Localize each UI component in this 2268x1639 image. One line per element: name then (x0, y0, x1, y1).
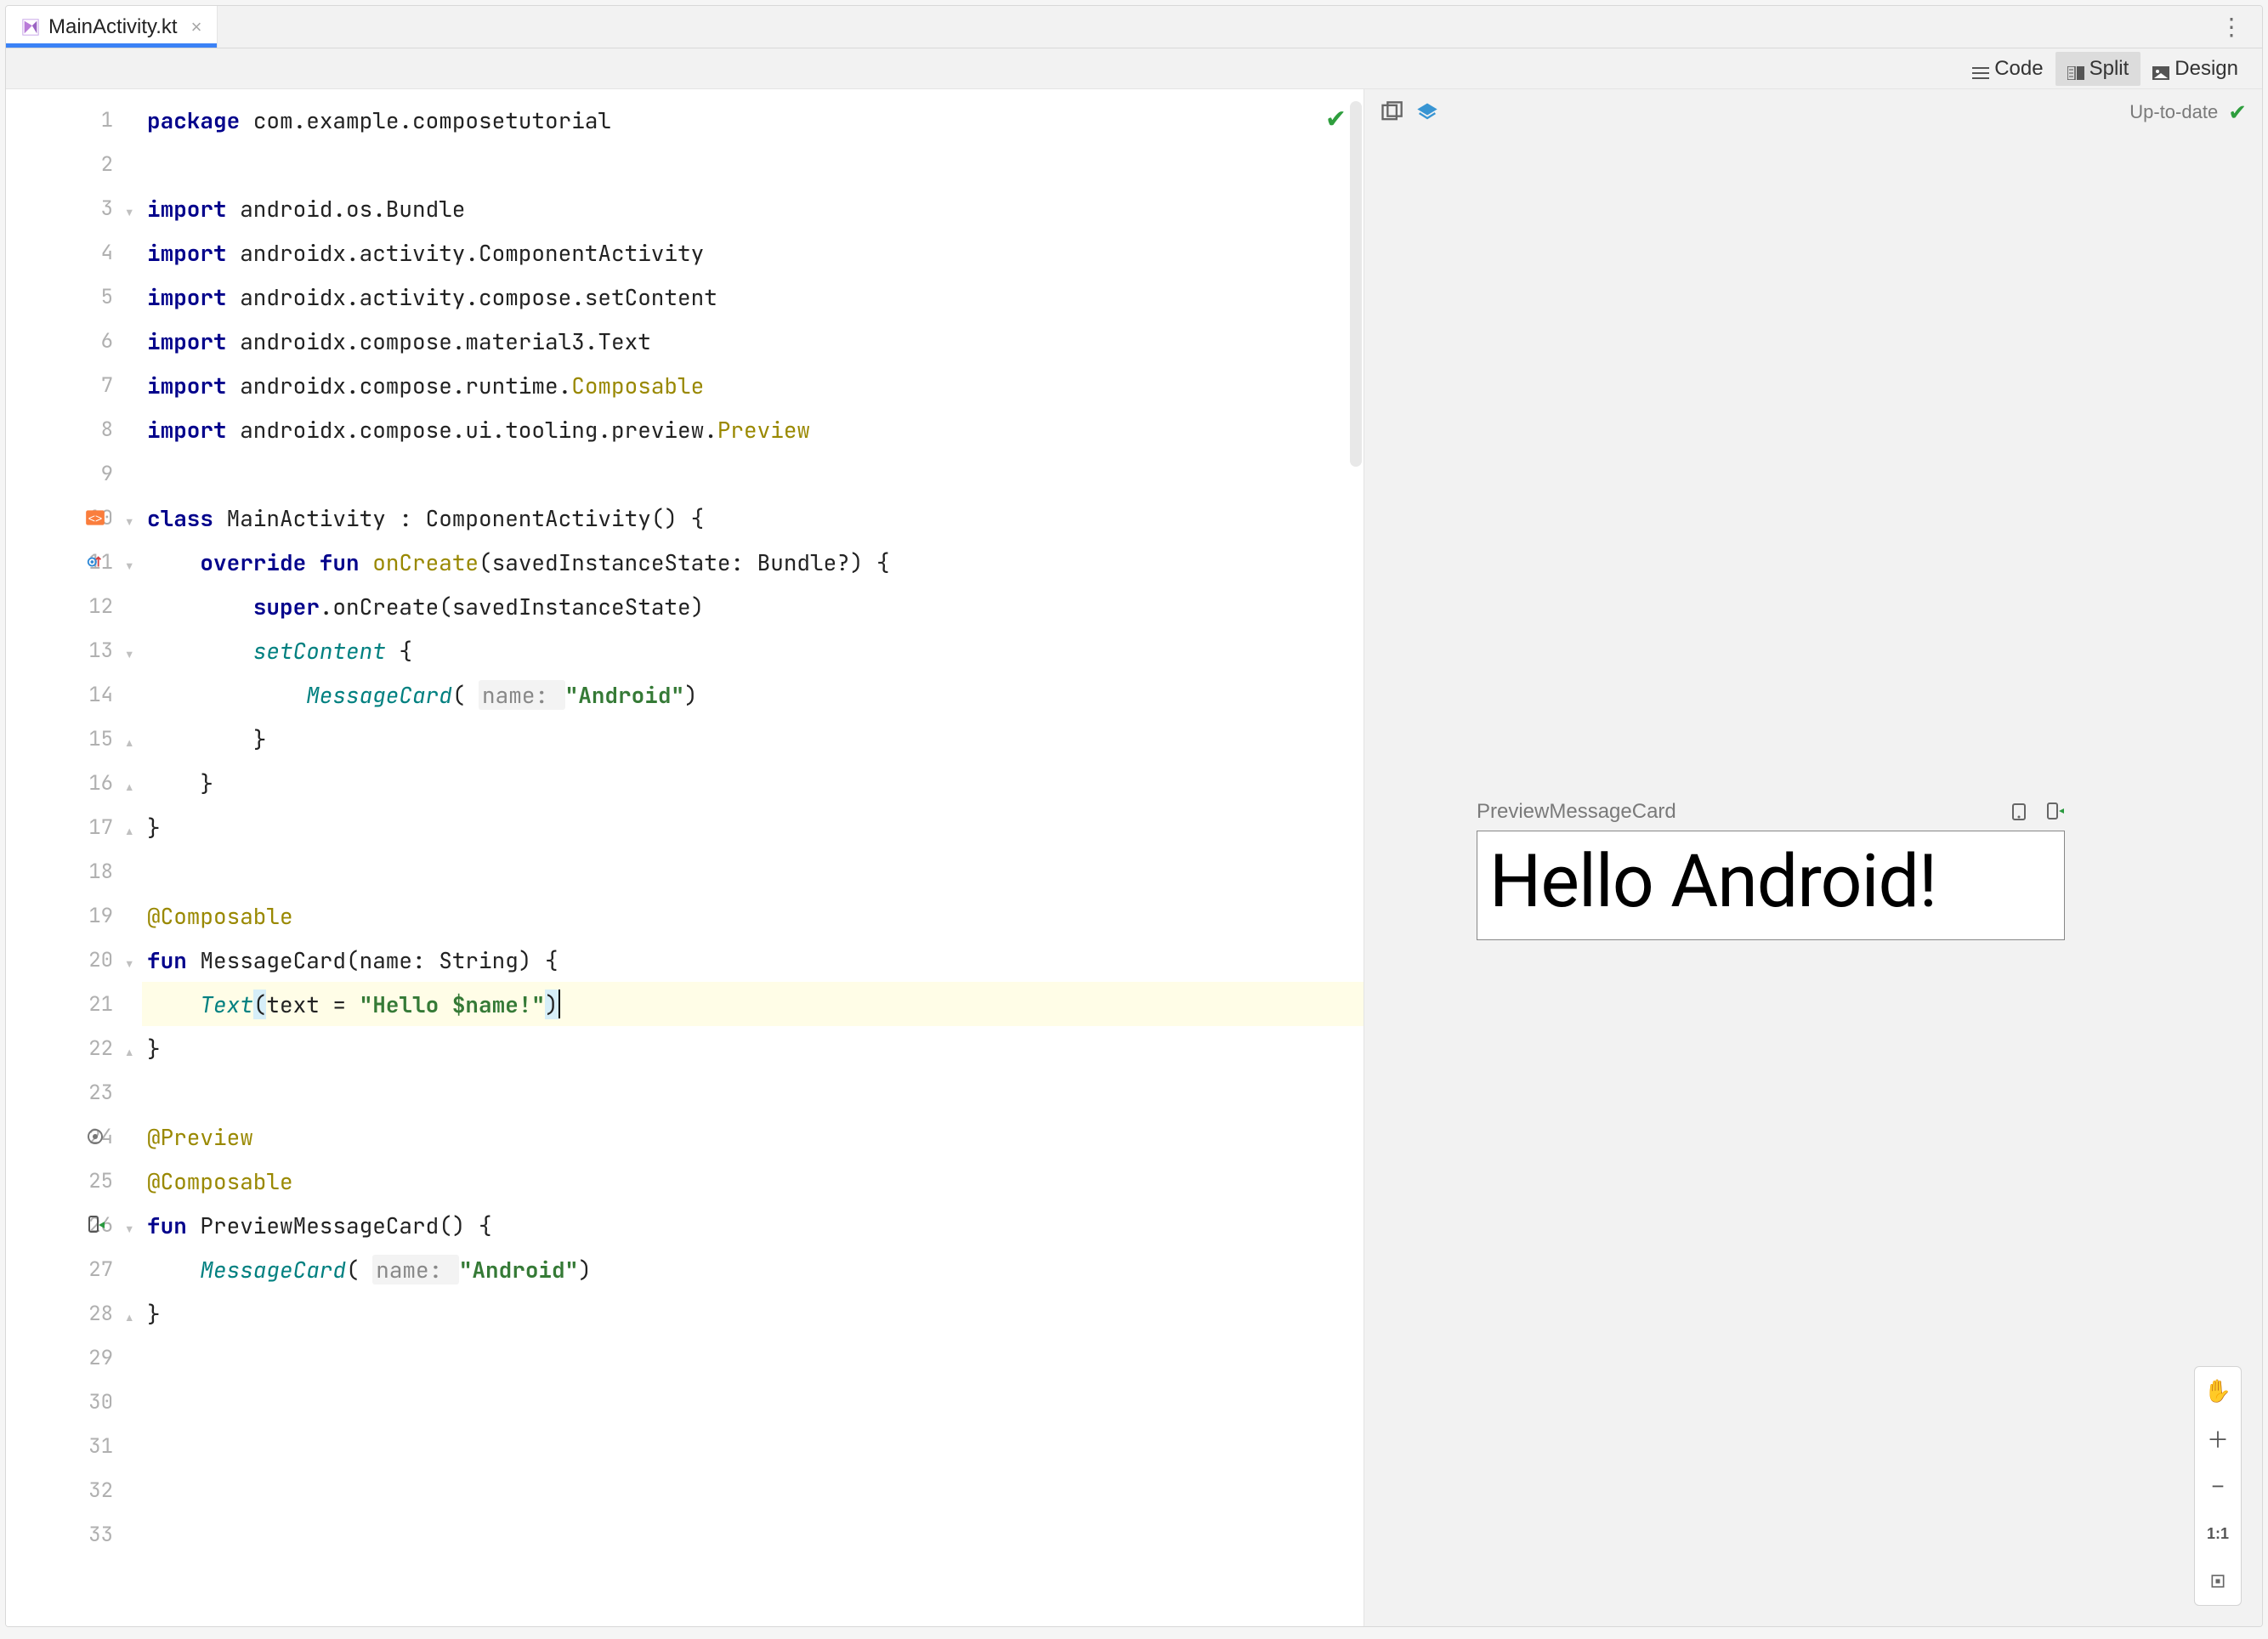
fold-icon[interactable]: ▴ (123, 1041, 139, 1056)
view-mode-code[interactable]: Code (1960, 52, 2055, 86)
fold-icon[interactable]: ▾ (123, 952, 139, 967)
preview-status: Up-to-date ✔ (2129, 99, 2247, 126)
preview-toolbar: Up-to-date ✔ (1364, 89, 2262, 135)
gutter: 1 2 3▾ 4 5 6 7 8 9 10 <> ▾ 11 ▾ 12 13▾ (6, 89, 142, 1626)
class-gutter-icon[interactable]: <> (82, 505, 108, 530)
pan-icon[interactable]: ✋ (2195, 1367, 2241, 1415)
check-icon: ✔ (2228, 99, 2247, 126)
kotlin-file-icon (21, 18, 40, 37)
zoom-reset-button[interactable]: 1:1 (2195, 1510, 2241, 1557)
view-mode-design[interactable]: Design (2140, 52, 2250, 86)
zoom-out-button[interactable]: − (2195, 1462, 2241, 1510)
code-editor[interactable]: 1 2 3▾ 4 5 6 7 8 9 10 <> ▾ 11 ▾ 12 13▾ (6, 89, 1364, 1626)
layers-icon[interactable] (1415, 100, 1439, 124)
inlay-hint: name: (372, 1255, 459, 1285)
preview-panel: Up-to-date ✔ PreviewMessageCard (1364, 89, 2262, 1626)
view-mode-label: Split (2089, 57, 2129, 81)
fold-icon[interactable]: ▴ (123, 1306, 139, 1321)
view-mode-label: Code (1994, 57, 2043, 81)
layout-inspector-icon[interactable] (1380, 100, 1403, 124)
fold-icon[interactable]: ▴ (123, 731, 139, 746)
run-preview-gutter-icon[interactable] (82, 1212, 108, 1238)
code-lines-icon (1972, 62, 1989, 76)
fold-icon[interactable]: ▴ (123, 820, 139, 835)
compose-preview-render[interactable]: Hello Android! (1477, 831, 2065, 940)
fold-icon[interactable]: ▾ (123, 1217, 139, 1233)
text-caret (558, 990, 560, 1018)
zoom-controls: ✋ ＋ − 1:1 (2194, 1366, 2242, 1606)
svg-text:<>: <> (88, 511, 102, 525)
design-view-icon (2152, 62, 2169, 76)
inspection-ok-icon[interactable]: ✔ (1325, 101, 1347, 135)
fold-icon[interactable]: ▾ (123, 643, 139, 658)
code-area[interactable]: package com.example.composetutorial impo… (142, 89, 1364, 1626)
preview-composable-name: PreviewMessageCard (1477, 800, 1676, 824)
zoom-in-button[interactable]: ＋ (2195, 1415, 2241, 1462)
view-mode-label: Design (2174, 57, 2238, 81)
interactive-mode-icon[interactable] (2009, 802, 2029, 822)
run-on-device-icon[interactable] (2044, 802, 2065, 822)
inlay-hint: name: (479, 680, 565, 710)
fold-icon[interactable]: ▴ (123, 775, 139, 791)
split-view-icon (2067, 62, 2084, 76)
fold-icon[interactable]: ▾ (123, 510, 139, 525)
file-tab-mainactivity[interactable]: MainActivity.kt × (6, 6, 218, 48)
fold-icon[interactable]: ▾ (123, 554, 139, 570)
overflow-menu-icon[interactable]: ⋮ (2201, 6, 2262, 48)
zoom-fit-button[interactable] (2195, 1557, 2241, 1605)
fold-icon[interactable]: ▾ (123, 201, 139, 216)
scrollbar[interactable] (1350, 101, 1362, 467)
view-mode-toolbar: Code Split Design (6, 48, 2262, 89)
gear-gutter-icon[interactable] (82, 1124, 108, 1149)
override-gutter-icon[interactable] (82, 549, 108, 575)
close-icon[interactable]: × (191, 16, 202, 38)
view-mode-split[interactable]: Split (2055, 52, 2141, 86)
tab-bar: MainActivity.kt × ⋮ (6, 6, 2262, 48)
file-tab-label: MainActivity.kt (48, 15, 178, 39)
